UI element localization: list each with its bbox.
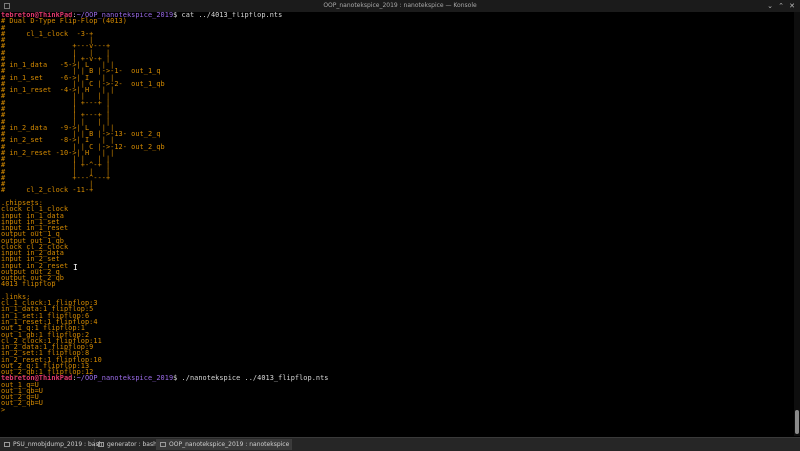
terminal-scrollbar[interactable] (794, 12, 800, 436)
terminal-icon (160, 442, 166, 447)
prompt-command: $ ./nanotekspice ../4013_flipflop.nts (173, 374, 329, 383)
prompt-command: $ cat ../4013_flipflop.nts (173, 12, 283, 19)
scrollbar-thumb[interactable] (795, 410, 799, 434)
tab-label: OOP_nanotekspice_2019 : nanotekspice (169, 441, 290, 448)
close-icon[interactable]: ✕ (788, 2, 796, 10)
text-cursor-icon: I (73, 263, 78, 272)
tab-label: generator : bash (107, 441, 157, 448)
tab-oop-nanotekspice[interactable]: OOP_nanotekspice_2019 : nanotekspice (156, 439, 292, 450)
tab-label: PSU_nmobjdump_2019 : bash (13, 441, 103, 448)
prompt-path: ~/OOP_nanotekspice_2019 (76, 374, 174, 383)
maximize-icon[interactable]: ⌃ (777, 2, 785, 10)
tab-bar: PSU_nmobjdump_2019 : bash generator : ba… (0, 437, 800, 451)
window-title: OOP_nanotekspice_2019 : nanotekspice — K… (323, 2, 477, 9)
minimize-icon[interactable]: ⌄ (766, 2, 774, 10)
output-line: > (1, 405, 10, 414)
tab-psu-nmobjdump[interactable]: PSU_nmobjdump_2019 : bash (0, 439, 102, 450)
terminal-icon (98, 442, 104, 447)
window-titlebar[interactable]: OOP_nanotekspice_2019 : nanotekspice — K… (0, 0, 800, 12)
terminal-icon (4, 442, 10, 447)
terminal-output[interactable]: tebreton@ThinkPad:~/OOP_nanotekspice_201… (0, 12, 794, 436)
